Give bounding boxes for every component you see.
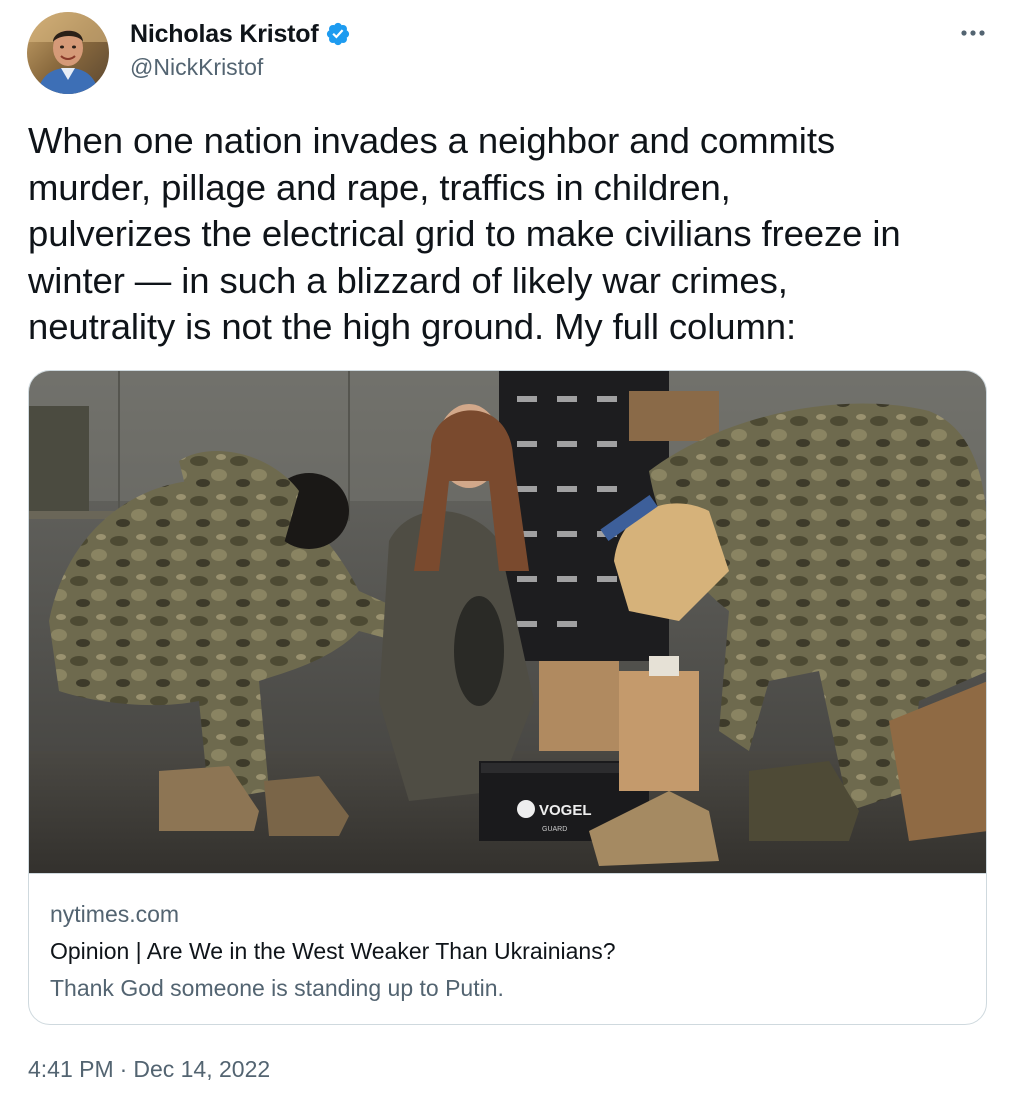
author-avatar[interactable]: [27, 12, 109, 94]
author-info: Nicholas Kristof @NickKristof: [130, 18, 351, 81]
link-preview-card[interactable]: VOGEL GUARD nytimes.com Opinion | Are We…: [28, 370, 987, 1025]
tweet-date[interactable]: Dec 14, 2022: [133, 1056, 270, 1083]
box-brand-text: VOGEL: [539, 802, 592, 819]
profile-photo: [27, 12, 109, 94]
tweet-text: When one nation invades a neighbor and c…: [28, 120, 901, 347]
card-title[interactable]: Opinion | Are We in the West Weaker Than…: [50, 938, 616, 965]
tweet-time[interactable]: 4:41 PM: [28, 1056, 114, 1083]
tweet-timestamp: 4:41 PM · Dec 14, 2022: [28, 1056, 270, 1083]
verified-badge-icon: [325, 21, 351, 47]
more-options-button[interactable]: [958, 20, 988, 46]
card-domain: nytimes.com: [50, 901, 180, 927]
card-description: Thank God someone is standing up to Puti…: [50, 975, 504, 1001]
author-handle[interactable]: @NickKristof: [130, 54, 351, 81]
card-image[interactable]: VOGEL GUARD: [29, 371, 986, 874]
tweet: Nicholas Kristof @NickKristof When one n…: [0, 0, 1032, 1106]
more-options-icon: [961, 30, 985, 36]
timestamp-separator: ·: [119, 1056, 128, 1082]
author-display-name[interactable]: Nicholas Kristof: [130, 20, 319, 49]
box-brand-subtext: GUARD: [542, 826, 567, 833]
card-photo: VOGEL GUARD: [29, 371, 986, 873]
author-name-row: Nicholas Kristof: [130, 18, 351, 50]
